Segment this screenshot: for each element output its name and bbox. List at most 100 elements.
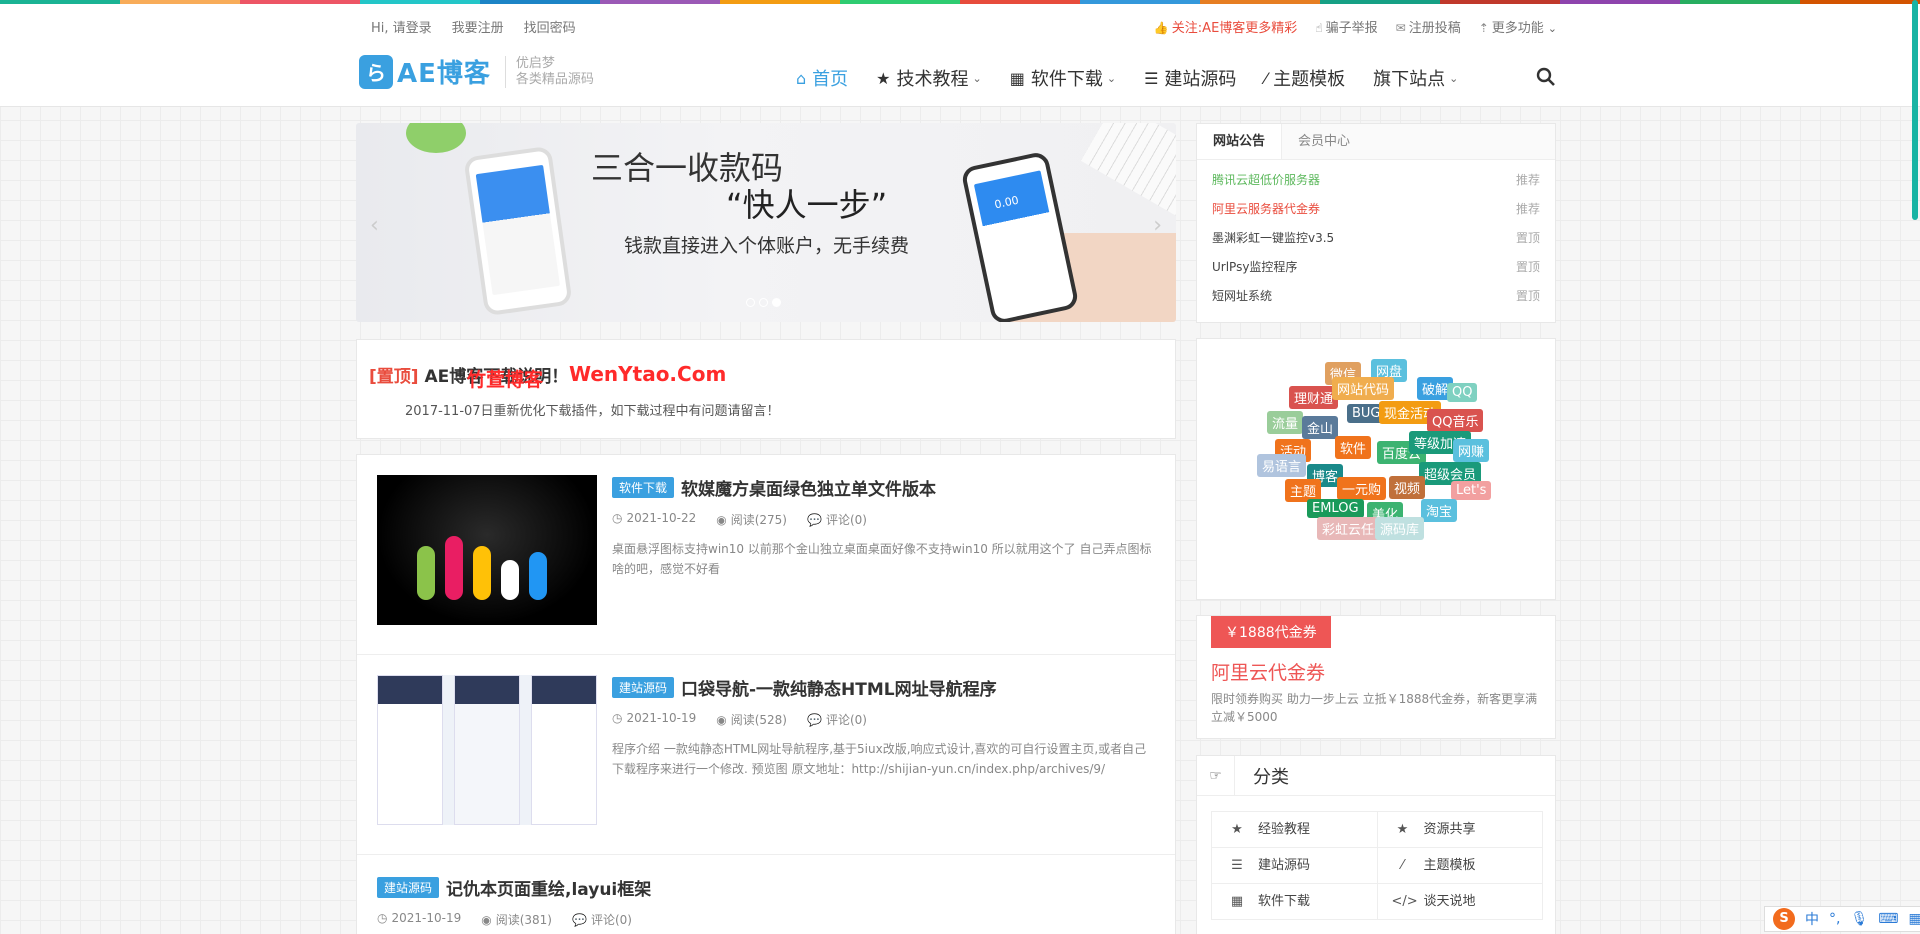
carousel-dot-active[interactable] — [772, 298, 781, 307]
search-icon[interactable] — [1536, 67, 1556, 87]
top-bar-right: 👍 关注:AE博客更多精彩 ☝ 骗子举报 ✉ 注册投稿 ⇡ 更多功能 ⌄ — [1154, 17, 1557, 36]
notice-body: 2017-11-07日重新优化下载插件，如下载过程中有问题请留言！ — [405, 404, 780, 419]
report-link[interactable]: ☝ 骗子举报 — [1315, 17, 1377, 36]
nav-downloads[interactable]: ▦ 软件下载 ⌄ — [1010, 65, 1116, 91]
nav-home[interactable]: ⌂ 首页 — [796, 65, 848, 91]
tab-member-center[interactable]: 会员中心 — [1282, 124, 1366, 159]
punctuation-icon[interactable]: °, — [1829, 911, 1840, 927]
tag-chip[interactable]: 一元购 — [1337, 477, 1387, 500]
follow-link[interactable]: 👍 关注:AE博客更多精彩 — [1154, 17, 1297, 36]
site-header: Hi, 请登录 我要注册 找回密码 👍 关注:AE博客更多精彩 ☝ 骗子举报 ✉ 注册… — [0, 4, 1920, 107]
submit-label: 注册投稿 — [1408, 21, 1461, 36]
carousel-dot[interactable] — [759, 298, 768, 307]
post-date: ◷ 2021-10-19 — [377, 911, 461, 928]
comment-icon: 💬 — [572, 913, 587, 927]
tag-chip[interactable]: 源码库 — [1375, 517, 1425, 540]
banner-slogan: “快人一步” — [726, 186, 888, 224]
post-comments[interactable]: 💬 评论(0) — [572, 911, 632, 928]
grid-icon[interactable]: ▦ — [1908, 911, 1920, 927]
site-logo[interactable]: ら AE博客 优启梦 各类精品源码 — [359, 53, 594, 90]
tag-chip[interactable]: 网赚 — [1453, 439, 1490, 462]
keyboard-icon[interactable]: ⌨ — [1878, 911, 1898, 927]
tag-chip[interactable]: 流量 — [1267, 411, 1304, 434]
announcement-item[interactable]: 腾讯云超低价服务器 推荐 — [1212, 166, 1540, 195]
tab-announcements[interactable]: 网站公告 — [1197, 124, 1283, 159]
chevron-left-icon[interactable]: ‹ — [370, 213, 379, 238]
comment-icon: 💬 — [807, 713, 822, 727]
forgot-password-link[interactable]: 找回密码 — [524, 17, 576, 36]
promo-title[interactable]: 阿里云代金券 — [1211, 658, 1325, 685]
category-item[interactable]: ▦ 软件下载 — [1212, 884, 1378, 920]
category-grid: ★ 经验教程 ★ 资源共享 ☰ 建站源码 ⁄ 主题模板 ▦ 软件下载 </> 谈天说地 — [1211, 811, 1543, 920]
clock-icon: ◷ — [377, 911, 388, 925]
category-header: ☞ 分类 — [1197, 755, 1555, 796]
logo-text: AE博客 — [397, 59, 491, 89]
announcement-item[interactable]: 墨渊彩虹一键监控v3.5 置顶 — [1212, 224, 1540, 253]
post-date: ◷ 2021-10-19 — [612, 711, 696, 728]
star-icon: ★ — [876, 68, 891, 88]
post-comments[interactable]: 💬 评论(0) — [807, 511, 867, 528]
announcement-text: 阿里云服务器代金券 — [1212, 202, 1321, 216]
announcement-item[interactable]: 阿里云服务器代金券 推荐 — [1212, 195, 1540, 224]
tag-chip[interactable]: 网站代码 — [1332, 377, 1395, 400]
tag-chip[interactable]: EMLOG — [1307, 499, 1364, 518]
microphone-icon[interactable]: 🎙 — [1850, 911, 1868, 927]
nav-themes[interactable]: ⁄ 主题模板 — [1264, 65, 1345, 91]
post-title[interactable]: 口袋导航-一款纯静态HTML网址导航程序 — [681, 675, 997, 700]
ime-language[interactable]: 中 — [1805, 909, 1819, 929]
phone-image-right: 0.00 — [960, 150, 1080, 322]
post-category-badge[interactable]: 建站源码 — [377, 877, 440, 898]
post-title[interactable]: 软媒魔方桌面绿色独立单文件版本 — [681, 475, 936, 500]
tag-chip[interactable]: 金山 — [1302, 416, 1339, 439]
tag-chip[interactable]: QQ音乐 — [1427, 409, 1484, 432]
tag-chip[interactable]: 视频 — [1389, 476, 1426, 499]
nav-source-code-label: 建站源码 — [1164, 69, 1237, 90]
hero-banner[interactable]: 0.00 三合一收款码 “快人一步” 钱款直接进入个体账户，无手续费 ‹ › — [356, 123, 1176, 322]
post-category-badge[interactable]: 软件下载 — [612, 477, 675, 498]
more-features-link[interactable]: ⇡ 更多功能 ⌄ — [1479, 17, 1557, 36]
post-thumbnail[interactable] — [377, 675, 597, 825]
nav-sites[interactable]: 旗下站点 ⌄ — [1373, 65, 1458, 91]
scrollbar-thumb[interactable] — [1912, 0, 1918, 220]
category-item[interactable]: </> 谈天说地 — [1377, 884, 1543, 920]
tag-chip[interactable]: 易语言 — [1257, 454, 1307, 477]
announcement-badge: 推荐 — [1515, 173, 1540, 187]
announcement-badge: 置顶 — [1515, 260, 1540, 274]
post-category-badge[interactable]: 建站源码 — [612, 677, 675, 698]
announcement-text: 腾讯云超低价服务器 — [1212, 173, 1321, 187]
post-date: ◷ 2021-10-22 — [612, 511, 696, 528]
star-icon: ★ — [1231, 822, 1243, 837]
nav-source-code[interactable]: ☰ 建站源码 — [1144, 65, 1236, 91]
tag-chip[interactable]: 理财通 — [1289, 386, 1339, 409]
tag-chip[interactable]: Let's — [1451, 481, 1492, 500]
category-item[interactable]: ⁄ 主题模板 — [1377, 848, 1543, 884]
category-widget: ☞ 分类 ★ 经验教程 ★ 资源共享 ☰ 建站源码 ⁄ 主题模板 ▦ 软件下载 </> 谈天说地 — [1196, 755, 1556, 934]
category-item[interactable]: ★ 资源共享 — [1377, 812, 1543, 848]
login-link[interactable]: Hi, 请登录 — [371, 17, 432, 36]
post-views-text: 阅读(528) — [730, 713, 787, 727]
category-label: 经验教程 — [1258, 822, 1311, 837]
post-views: ◉ 阅读(528) — [716, 711, 787, 728]
announcement-item[interactable]: 短网址系统 置顶 — [1212, 282, 1540, 311]
announcement-item[interactable]: UrlPsy监控程序 置顶 — [1212, 253, 1540, 282]
coupon-button[interactable]: ￥1888代金券 — [1211, 616, 1331, 648]
category-title: 分类 — [1253, 766, 1289, 788]
nav-tutorials[interactable]: ★ 技术教程 ⌄ — [876, 65, 982, 91]
nav-themes-label: 主题模板 — [1273, 69, 1346, 90]
category-item[interactable]: ☰ 建站源码 — [1212, 848, 1378, 884]
submit-link[interactable]: ✉ 注册投稿 — [1396, 17, 1461, 36]
announcement-text: UrlPsy监控程序 — [1212, 260, 1298, 274]
post-comments-text: 评论(0) — [825, 713, 867, 727]
sogou-logo-icon[interactable]: S — [1773, 908, 1795, 930]
announcement-list: 腾讯云超低价服务器 推荐 阿里云服务器代金券 推荐 墨渊彩虹一键监控v3.5 置顶 UrlP… — [1197, 160, 1555, 317]
tag-chip[interactable]: QQ — [1447, 383, 1478, 402]
register-link[interactable]: 我要注册 — [452, 17, 504, 36]
category-item[interactable]: ★ 经验教程 — [1212, 812, 1378, 848]
tag-chip[interactable]: 淘宝 — [1421, 499, 1458, 522]
post-comments[interactable]: 💬 评论(0) — [807, 711, 867, 728]
carousel-dot[interactable] — [746, 298, 755, 307]
post-thumbnail[interactable] — [377, 475, 597, 625]
chevron-right-icon[interactable]: › — [1153, 213, 1162, 238]
tag-chip[interactable]: 软件 — [1335, 436, 1372, 459]
post-title[interactable]: 记仇本页面重绘,layui框架 — [446, 875, 651, 900]
